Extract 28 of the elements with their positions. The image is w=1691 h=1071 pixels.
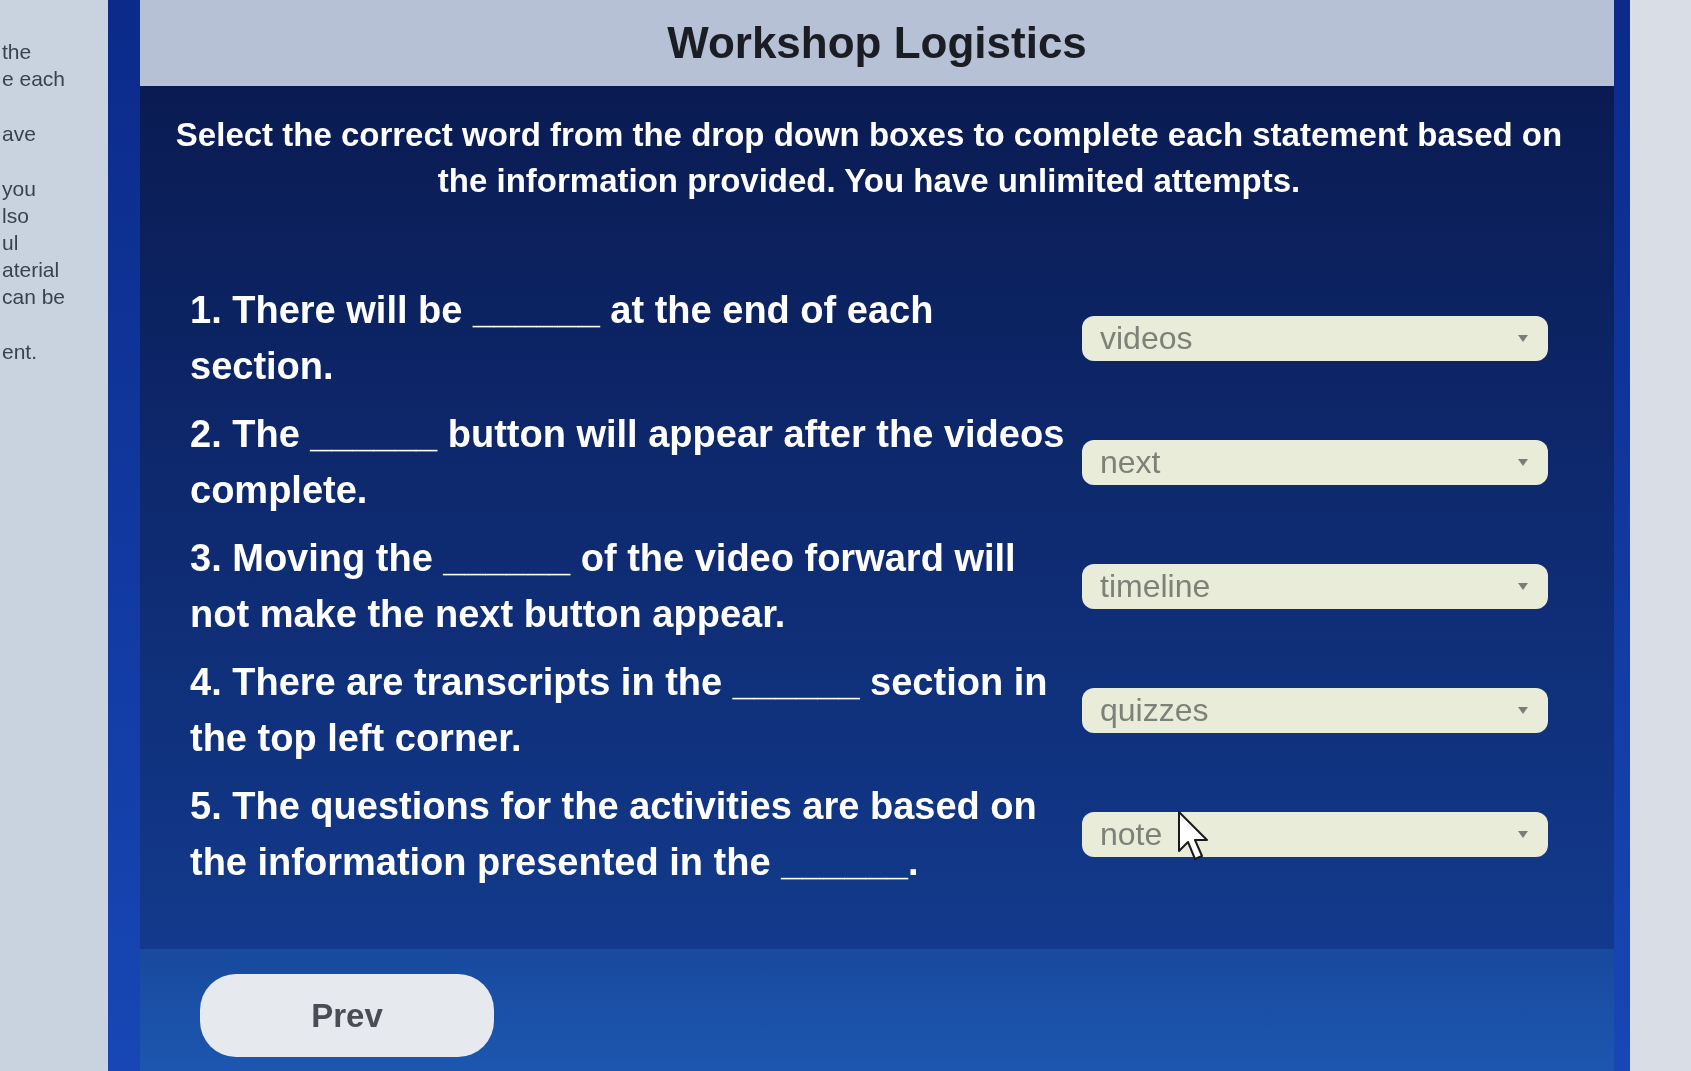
caret-icon [1518, 458, 1528, 466]
cut-off-text: aterial [2, 257, 60, 283]
cut-off-text: ul [2, 230, 19, 256]
question-text: 1. There will be ______ at the end of each section. [190, 288, 935, 389]
caret-icon [1518, 582, 1528, 590]
cut-off-text: ent. [2, 339, 38, 365]
question-text: 2. The ______ button will appear after the videos complete. [190, 412, 1066, 513]
caret-icon [1518, 830, 1528, 838]
cut-off-text: ave [2, 121, 36, 147]
cut-off-text: the [2, 39, 32, 65]
caret-icon [1518, 706, 1528, 714]
cut-off-text: can be [2, 284, 66, 310]
instructions-text: Select the correct word from the drop down boxes to complete each statement based on the information provided. You have unlimited attempts. [174, 115, 1564, 201]
answer-dropdown[interactable]: videos [1082, 315, 1548, 361]
question-text: 4. There are transcripts in the ______ section in the top left corner. [190, 660, 1049, 761]
question-text: 3. Moving the ______ of the video forward will not make the next button appear. [190, 536, 1017, 637]
cut-off-text: e each [2, 66, 66, 92]
caret-icon [1518, 334, 1528, 342]
answer-dropdown[interactable]: next [1082, 439, 1548, 485]
answer-dropdown[interactable]: timeline [1082, 563, 1548, 609]
prev-button[interactable]: Prev [200, 974, 494, 1057]
answer-dropdown[interactable]: note [1082, 811, 1548, 857]
cut-off-text: lso [2, 203, 29, 229]
answer-dropdown[interactable]: quizzes [1082, 687, 1548, 733]
question-text: 5. The questions for the activities are based on the information presented in the ______. [190, 784, 1038, 885]
cut-off-text: you [2, 176, 36, 202]
page-title: Workshop Logistics [667, 18, 1087, 68]
mouse-pointer-icon [1178, 811, 1208, 861]
